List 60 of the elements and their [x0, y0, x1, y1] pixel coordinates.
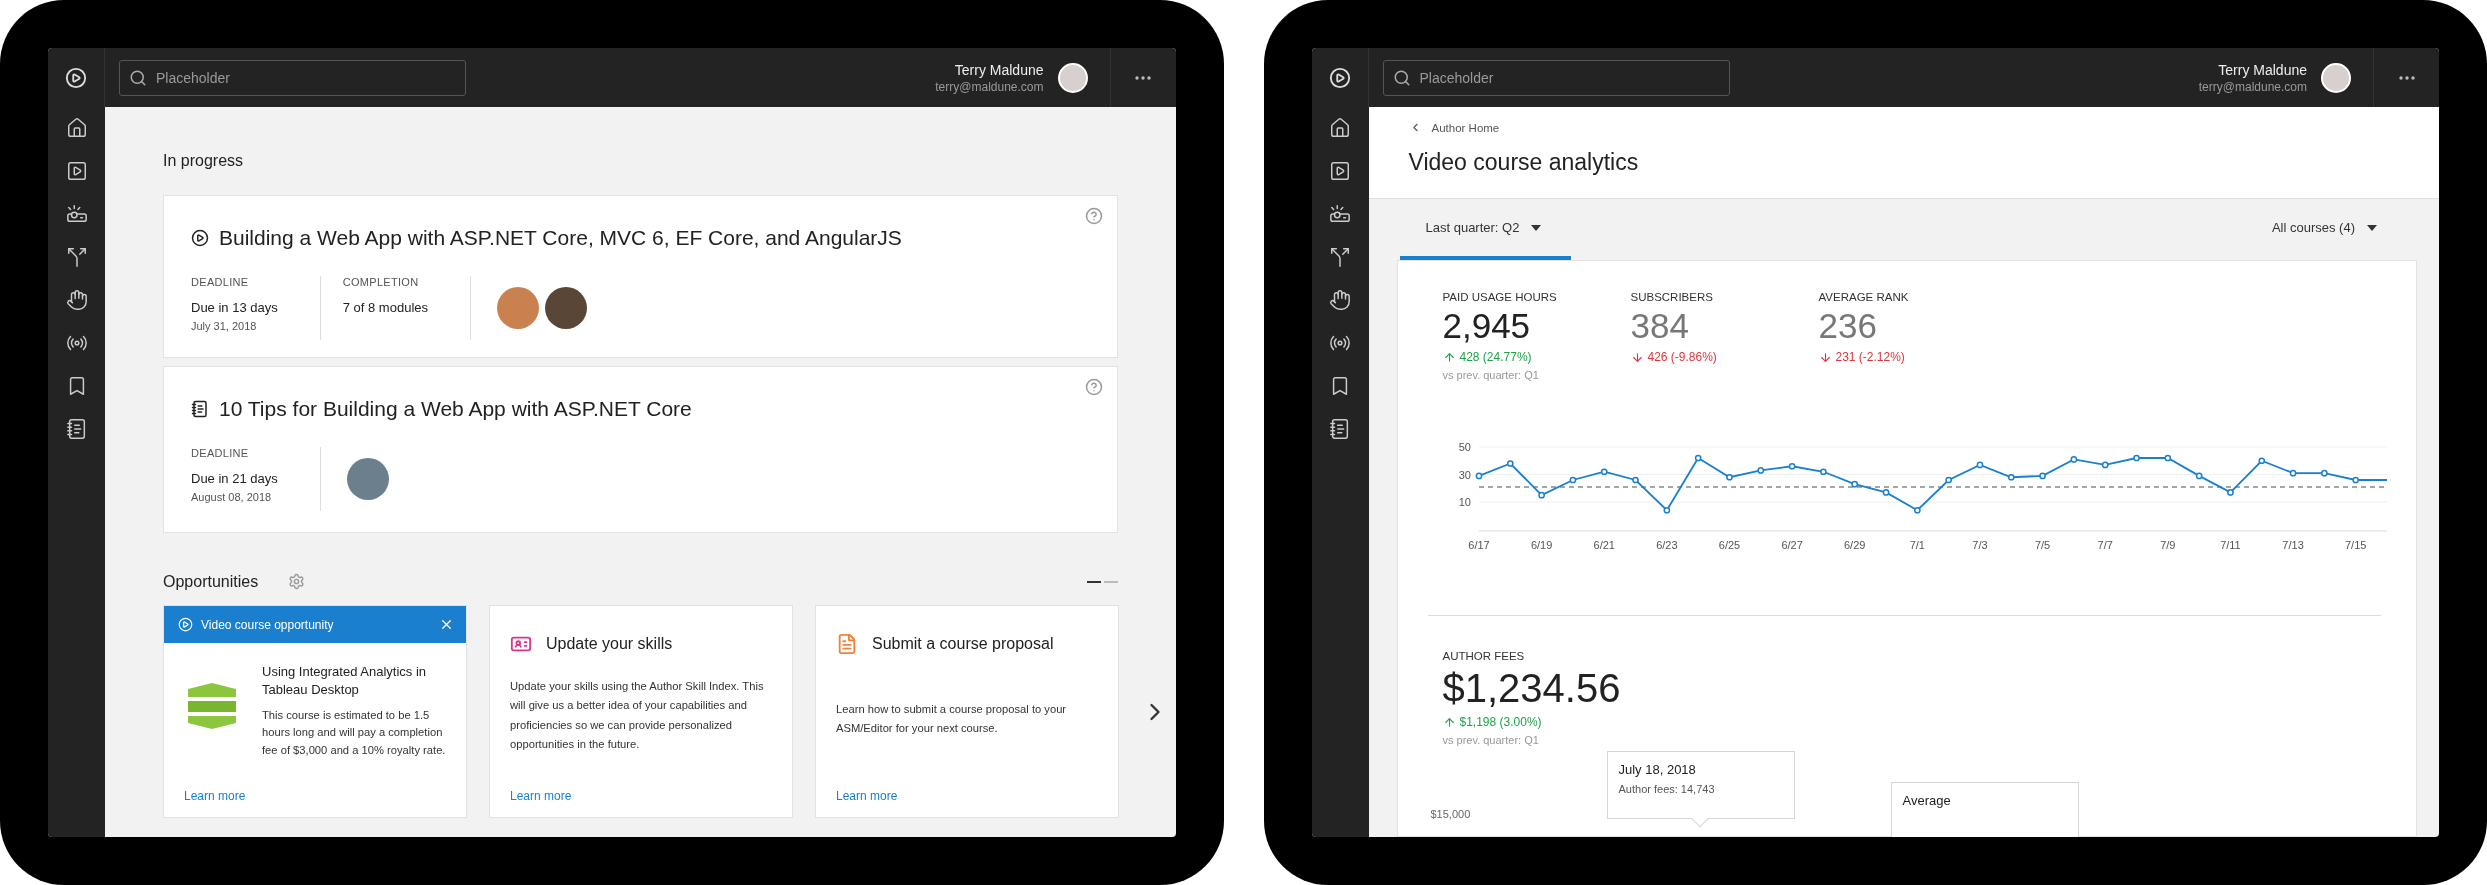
- user-name: Terry Maldune: [954, 61, 1044, 78]
- deadline-date: August 08, 2018: [191, 491, 273, 503]
- axis-tick-label: 7/11: [2219, 538, 2241, 551]
- user-name: Terry Maldune: [2218, 61, 2307, 78]
- completion-value: 7 of 8 modules: [342, 300, 428, 315]
- stat-change: 428 (24.77%): [1442, 350, 1631, 364]
- course-title: Building a Web App with ASP.NET Core, MVC 6, EF Core, and AngularJS: [219, 226, 902, 250]
- stat-label: AVERAGE RANK: [1818, 290, 1910, 303]
- opportunity-description: Learn how to submit a course proposal to your ASM/Editor for your next course.: [836, 703, 1067, 735]
- stat-value: 236: [1818, 305, 1878, 346]
- axis-tick-label: 7/7: [2097, 538, 2113, 551]
- axis-tick-label: 7/9: [2159, 538, 2175, 551]
- user-email: terry@maldune.com: [2198, 79, 2307, 94]
- axis-tick-label: 7/1: [1909, 538, 1925, 551]
- axis-tick-label: 6/23: [1655, 538, 1678, 551]
- stat-label: AUTHOR FEES: [1442, 650, 1526, 662]
- stat-label: SUBSCRIBERS: [1630, 290, 1714, 303]
- axis-tick-label: 50: [1458, 441, 1471, 453]
- axis-tick-label: 30: [1458, 468, 1471, 481]
- axis-tick-label: 7/13: [2281, 538, 2304, 551]
- axis-tick-label: 7/5: [2034, 538, 2050, 551]
- axis-tick-label: 6/29: [1843, 538, 1865, 551]
- section-title: In progress: [163, 152, 245, 170]
- completion-label: COMPLETION: [342, 276, 420, 288]
- opportunity-description: Update your skills using the Author Skill Index. This will give us a better idea of your capabilities and proficiencies so we can provide personalized opportunities in the future.: [510, 680, 764, 751]
- axis-tick-label: 6/27: [1780, 538, 1803, 551]
- stat-change: 231 (-2.12%): [1818, 350, 2007, 364]
- stat-value: 384: [1630, 305, 1690, 346]
- deadline-date: July 31, 2018: [191, 320, 258, 332]
- stat-note: vs prev. quarter: Q1: [1442, 369, 1540, 381]
- stat-note: vs prev. quarter: Q1: [1442, 734, 1540, 746]
- deadline-label: DEADLINE: [191, 447, 250, 459]
- tooltip-title: Average: [1902, 793, 1952, 808]
- axis-tick-label: 7/15: [2344, 538, 2366, 551]
- deadline-label: DEADLINE: [191, 276, 250, 288]
- stat-value: $1,234.56: [1442, 665, 1622, 711]
- stat-label: PAID USAGE HOURS: [1442, 290, 1558, 303]
- deadline-value: Due in 21 days: [191, 471, 278, 486]
- axis-tick-label: 7/3: [1971, 538, 1988, 551]
- axis-tick-label: 6/19: [1530, 538, 1552, 551]
- section-title: Opportunities: [163, 572, 259, 591]
- opportunity-description: This course is estimated to be 1.5 hours long and will pay a completion fee of $3,000 and a 10% royalty rate.: [262, 708, 446, 758]
- axis-tick-label: $15,000: [1430, 808, 1471, 820]
- banner-text: Video course opportunity: [201, 617, 335, 632]
- axis-tick-label: 6/17: [1467, 538, 1490, 551]
- opportunity-title: Using Integrated Analytics in Tableau Desktop: [262, 663, 428, 699]
- user-email: terry@maldune.com: [935, 79, 1044, 94]
- stat-value: 2,945: [1442, 305, 1532, 346]
- page-title: Video course analytics: [1408, 149, 1640, 176]
- axis-tick-label: 10: [1458, 496, 1471, 508]
- course-title: 10 Tips for Building a Web App with ASP.NET Core: [219, 397, 692, 421]
- deadline-value: Due in 13 days: [191, 300, 278, 315]
- opportunity-title: Submit a course proposal: [872, 635, 1054, 653]
- axis-tick-label: 6/25: [1718, 538, 1740, 551]
- stat-change: $1,198 (3.00%): [1442, 715, 2381, 729]
- tooltip-title: July 18, 2018: [1618, 762, 1697, 777]
- tooltip-text: Author fees: 14,743: [1618, 783, 1716, 795]
- axis-tick-label: 6/21: [1593, 538, 1615, 551]
- stat-change: 426 (-9.86%): [1630, 350, 1819, 364]
- opportunity-title: Update your skills: [546, 635, 673, 653]
